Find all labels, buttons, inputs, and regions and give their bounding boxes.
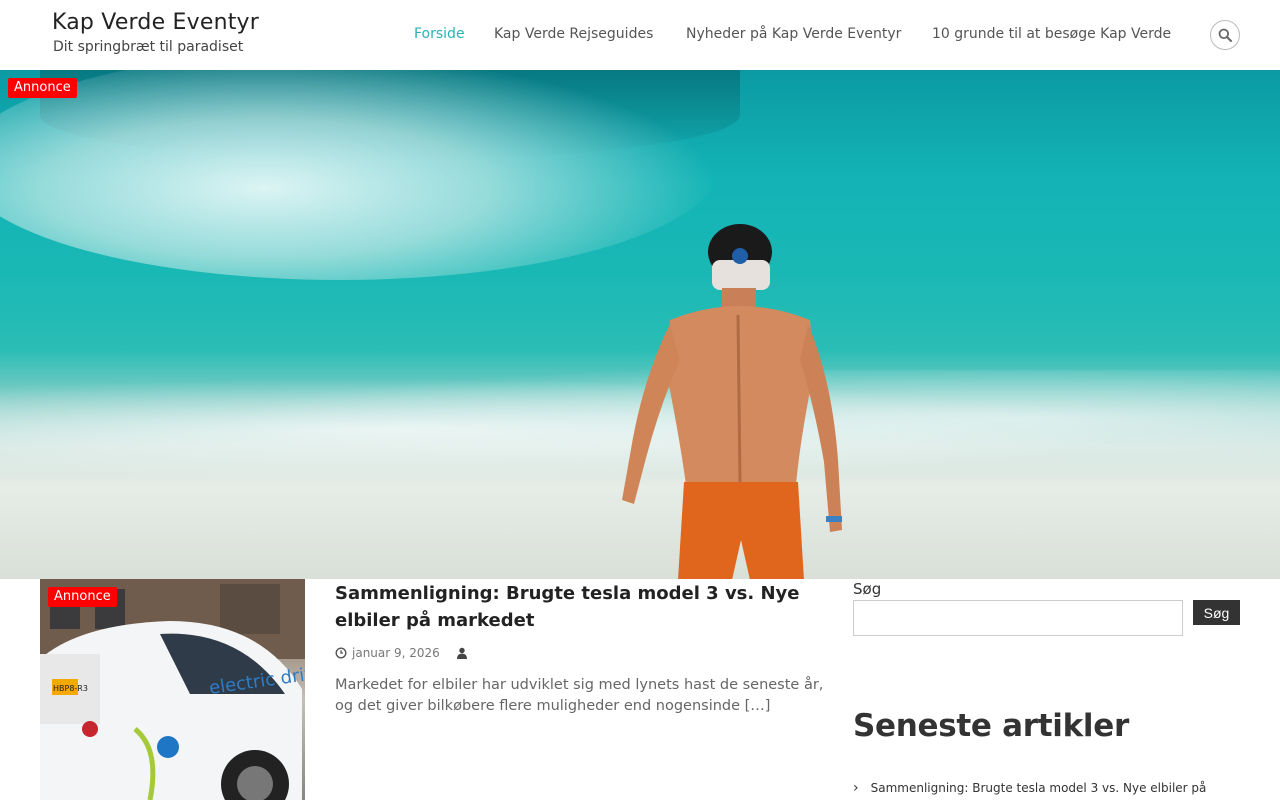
- search-toggle-button[interactable]: [1210, 20, 1240, 50]
- recent-articles-title: Seneste artikler: [853, 708, 1129, 744]
- post-excerpt: Markedet for elbiler har udviklet sig me…: [335, 677, 824, 714]
- hero-image[interactable]: Annonce: [0, 70, 1280, 579]
- post-title[interactable]: Sammenligning: Brugte tesla model 3 vs. …: [335, 580, 825, 634]
- nav-item-forside[interactable]: Forside: [414, 26, 465, 42]
- search-label: Søg: [853, 580, 882, 598]
- nav-item-rejseguides[interactable]: Kap Verde Rejseguides: [494, 26, 653, 42]
- site-header: Kap Verde Eventyr Dit springbræt til par…: [0, 0, 1280, 70]
- search-icon: [1218, 28, 1232, 42]
- thumbnail-car-image: electric drive HBP8-R3: [40, 579, 305, 800]
- post-meta: januar 9, 2026: [335, 646, 468, 660]
- person-figure: [622, 224, 842, 579]
- svg-text:HBP8-R3: HBP8-R3: [53, 684, 88, 693]
- user-icon[interactable]: [456, 647, 468, 659]
- main-nav: Forside Kap Verde Rejseguides Nyheder på…: [0, 26, 1280, 46]
- ad-badge: Annonce: [48, 587, 117, 607]
- post-date[interactable]: januar 9, 2026: [352, 646, 440, 660]
- post-thumbnail[interactable]: electric drive HBP8-R3 Annonce: [40, 579, 305, 800]
- recent-article-item[interactable]: › Sammenligning: Brugte tesla model 3 vs…: [853, 780, 1206, 796]
- nav-item-10-grunde[interactable]: 10 grunde til at besøge Kap Verde: [932, 26, 1171, 42]
- ad-badge: Annonce: [8, 78, 77, 98]
- chevron-right-icon: ›: [853, 780, 859, 796]
- search-input[interactable]: [853, 600, 1183, 636]
- search-button[interactable]: Søg: [1193, 600, 1240, 625]
- nav-item-nyheder[interactable]: Nyheder på Kap Verde Eventyr: [686, 26, 901, 42]
- recent-article-link[interactable]: Sammenligning: Brugte tesla model 3 vs. …: [871, 781, 1207, 795]
- clock-icon: [335, 647, 347, 659]
